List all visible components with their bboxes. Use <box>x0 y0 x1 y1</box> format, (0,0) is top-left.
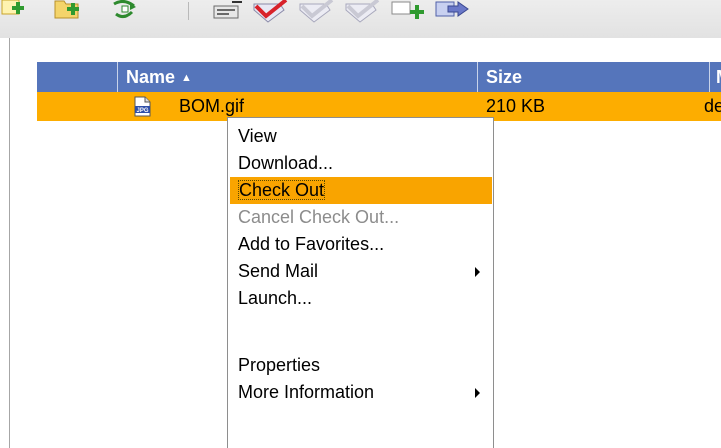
copy-icon[interactable] <box>390 0 430 24</box>
menu-item-label: Cancel Check Out... <box>238 207 400 227</box>
grid-header: Name ▲ Size M <box>37 62 721 92</box>
column-modified-label: M <box>716 67 721 87</box>
cancel-check-out-icon[interactable] <box>342 0 382 24</box>
file-size: 210 KB <box>486 96 546 116</box>
menu-item-cancel-check-out: Cancel Check Out... <box>230 204 492 231</box>
menu-item-add-to-favorites[interactable]: Add to Favorites... <box>230 231 492 258</box>
move-icon[interactable] <box>434 0 474 24</box>
new-document-icon[interactable] <box>0 0 28 22</box>
menu-item-download[interactable]: Download... <box>230 150 492 177</box>
menu-item-label: View <box>238 126 277 146</box>
submenu-arrow-icon <box>475 267 480 277</box>
new-folder-icon[interactable] <box>52 0 84 22</box>
submenu-arrow-icon <box>475 388 480 398</box>
check-out-icon[interactable] <box>250 0 290 24</box>
column-name-label: Name <box>126 67 176 87</box>
file-modified: de <box>704 96 721 116</box>
toolbar <box>0 0 721 38</box>
menu-item-check-out[interactable]: Check Out <box>230 177 492 204</box>
menu-item-label: Launch... <box>238 288 313 308</box>
column-header-size[interactable]: Size <box>477 62 710 92</box>
context-menu: View Download... Check Out Cancel Check … <box>227 117 494 448</box>
column-header-name[interactable]: Name ▲ <box>117 62 479 92</box>
menu-item-launch[interactable]: Launch... <box>230 285 492 312</box>
menu-item-label: Send Mail <box>238 261 319 281</box>
jpg-file-icon: JPG <box>134 96 151 117</box>
menu-item-properties[interactable]: Properties <box>230 352 492 379</box>
frame-border <box>9 38 10 448</box>
column-header-modified[interactable]: M <box>709 62 721 92</box>
check-in-icon[interactable] <box>296 0 336 24</box>
menu-item-view[interactable]: View <box>230 123 492 150</box>
edit-properties-icon[interactable] <box>210 0 246 22</box>
sort-ascending-icon: ▲ <box>181 72 192 84</box>
refresh-icon[interactable] <box>108 0 142 22</box>
menu-item-label: Properties <box>238 355 321 375</box>
menu-item-label: Add to Favorites... <box>238 234 385 254</box>
column-size-label: Size <box>486 67 523 87</box>
menu-item-more-information[interactable]: More Information <box>230 379 492 406</box>
menu-item-label: Check Out <box>238 180 326 200</box>
svg-text:JPG: JPG <box>136 108 148 114</box>
menu-item-send-mail[interactable]: Send Mail <box>230 258 492 285</box>
menu-item-label: Download... <box>238 153 334 173</box>
toolbar-separator <box>188 2 189 20</box>
menu-item-label: More Information <box>238 382 375 402</box>
